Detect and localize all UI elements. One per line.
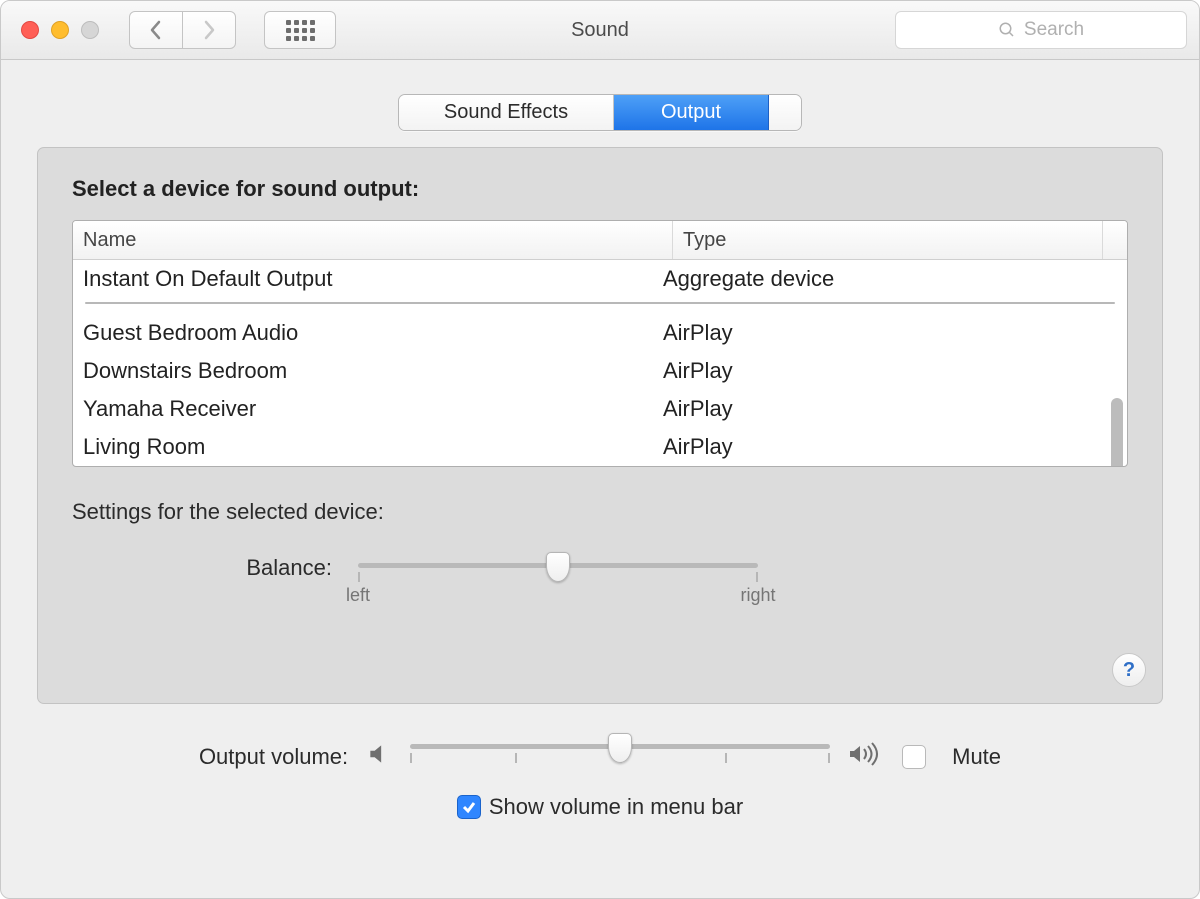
checkmark-icon	[462, 800, 476, 814]
sound-preferences-window: Sound Search Sound Effects Output Input …	[0, 0, 1200, 899]
column-name[interactable]: Name	[73, 221, 673, 259]
content: Sound Effects Output Input Select a devi…	[1, 60, 1199, 899]
show-in-menubar-checkbox[interactable]	[457, 795, 481, 819]
tab-output[interactable]: Output	[614, 95, 769, 130]
table-divider	[85, 302, 1115, 304]
close-window-icon[interactable]	[21, 21, 39, 39]
settings-label: Settings for the selected device:	[72, 499, 1128, 525]
output-panel: Select a device for sound output: Name T…	[37, 147, 1163, 704]
output-volume-row: Output volume: Mute	[199, 734, 1001, 780]
grid-icon	[286, 20, 315, 41]
tab-sound-effects[interactable]: Sound Effects	[399, 95, 614, 130]
device-name: Living Room	[83, 434, 663, 460]
window-title: Sound	[571, 19, 629, 42]
device-name: Yamaha Receiver	[83, 396, 663, 422]
maximize-window-icon	[81, 21, 99, 39]
speaker-loud-icon	[848, 741, 884, 773]
device-type: AirPlay	[663, 396, 1093, 422]
column-spacer	[1103, 221, 1127, 259]
table-row[interactable]: Guest Bedroom Audio AirPlay	[73, 314, 1127, 352]
balance-left-caption: left	[346, 585, 370, 606]
tab-bar: Sound Effects Output Input	[398, 94, 802, 131]
nav-buttons	[129, 11, 236, 49]
slider-knob[interactable]	[608, 733, 632, 763]
device-table: Name Type Instant On Default Output Aggr…	[72, 220, 1128, 467]
slider-knob[interactable]	[546, 552, 570, 582]
show-in-menubar-label: Show volume in menu bar	[489, 794, 743, 820]
device-type: Aggregate device	[663, 266, 1093, 292]
footer: Output volume: Mute	[37, 734, 1163, 820]
show-all-button[interactable]	[264, 11, 336, 49]
scrollbar-thumb[interactable]	[1111, 398, 1123, 467]
mute-label: Mute	[952, 744, 1001, 770]
balance-slider[interactable]: left right	[358, 553, 758, 603]
table-row[interactable]: Instant On Default Output Aggregate devi…	[73, 260, 1127, 298]
table-row[interactable]: Downstairs Bedroom AirPlay	[73, 352, 1127, 390]
minimize-window-icon[interactable]	[51, 21, 69, 39]
chevron-left-icon	[148, 20, 164, 40]
column-type[interactable]: Type	[673, 221, 1103, 259]
table-header: Name Type	[73, 221, 1127, 260]
back-button[interactable]	[129, 11, 183, 49]
device-type: AirPlay	[663, 320, 1093, 346]
table-row[interactable]: Yamaha Receiver AirPlay	[73, 390, 1127, 428]
help-icon: ?	[1123, 659, 1135, 682]
tab-input[interactable]: Input	[769, 95, 802, 130]
device-name: Downstairs Bedroom	[83, 358, 663, 384]
table-body: Instant On Default Output Aggregate devi…	[73, 260, 1127, 466]
mute-checkbox[interactable]	[902, 745, 926, 769]
device-type: AirPlay	[663, 358, 1093, 384]
table-row[interactable]: Living Room AirPlay	[73, 428, 1127, 466]
forward-button[interactable]	[182, 11, 236, 49]
chevron-right-icon	[201, 20, 217, 40]
search-field[interactable]: Search	[895, 11, 1187, 49]
device-name: Instant On Default Output	[83, 266, 663, 292]
titlebar: Sound Search	[1, 1, 1199, 60]
device-name: Guest Bedroom Audio	[83, 320, 663, 346]
search-placeholder: Search	[1024, 19, 1084, 41]
panel-heading: Select a device for sound output:	[72, 176, 1128, 202]
balance-row: Balance: left right	[72, 553, 1128, 603]
traffic-lights	[21, 21, 99, 39]
balance-right-caption: right	[740, 585, 775, 606]
show-in-menubar-row: Show volume in menu bar	[457, 794, 743, 820]
help-button[interactable]: ?	[1112, 653, 1146, 687]
output-volume-slider[interactable]	[410, 734, 830, 780]
device-type: AirPlay	[663, 434, 1093, 460]
output-volume-label: Output volume:	[199, 744, 348, 770]
search-icon	[998, 21, 1016, 39]
speaker-quiet-icon	[366, 741, 392, 773]
balance-label: Balance:	[72, 553, 332, 581]
